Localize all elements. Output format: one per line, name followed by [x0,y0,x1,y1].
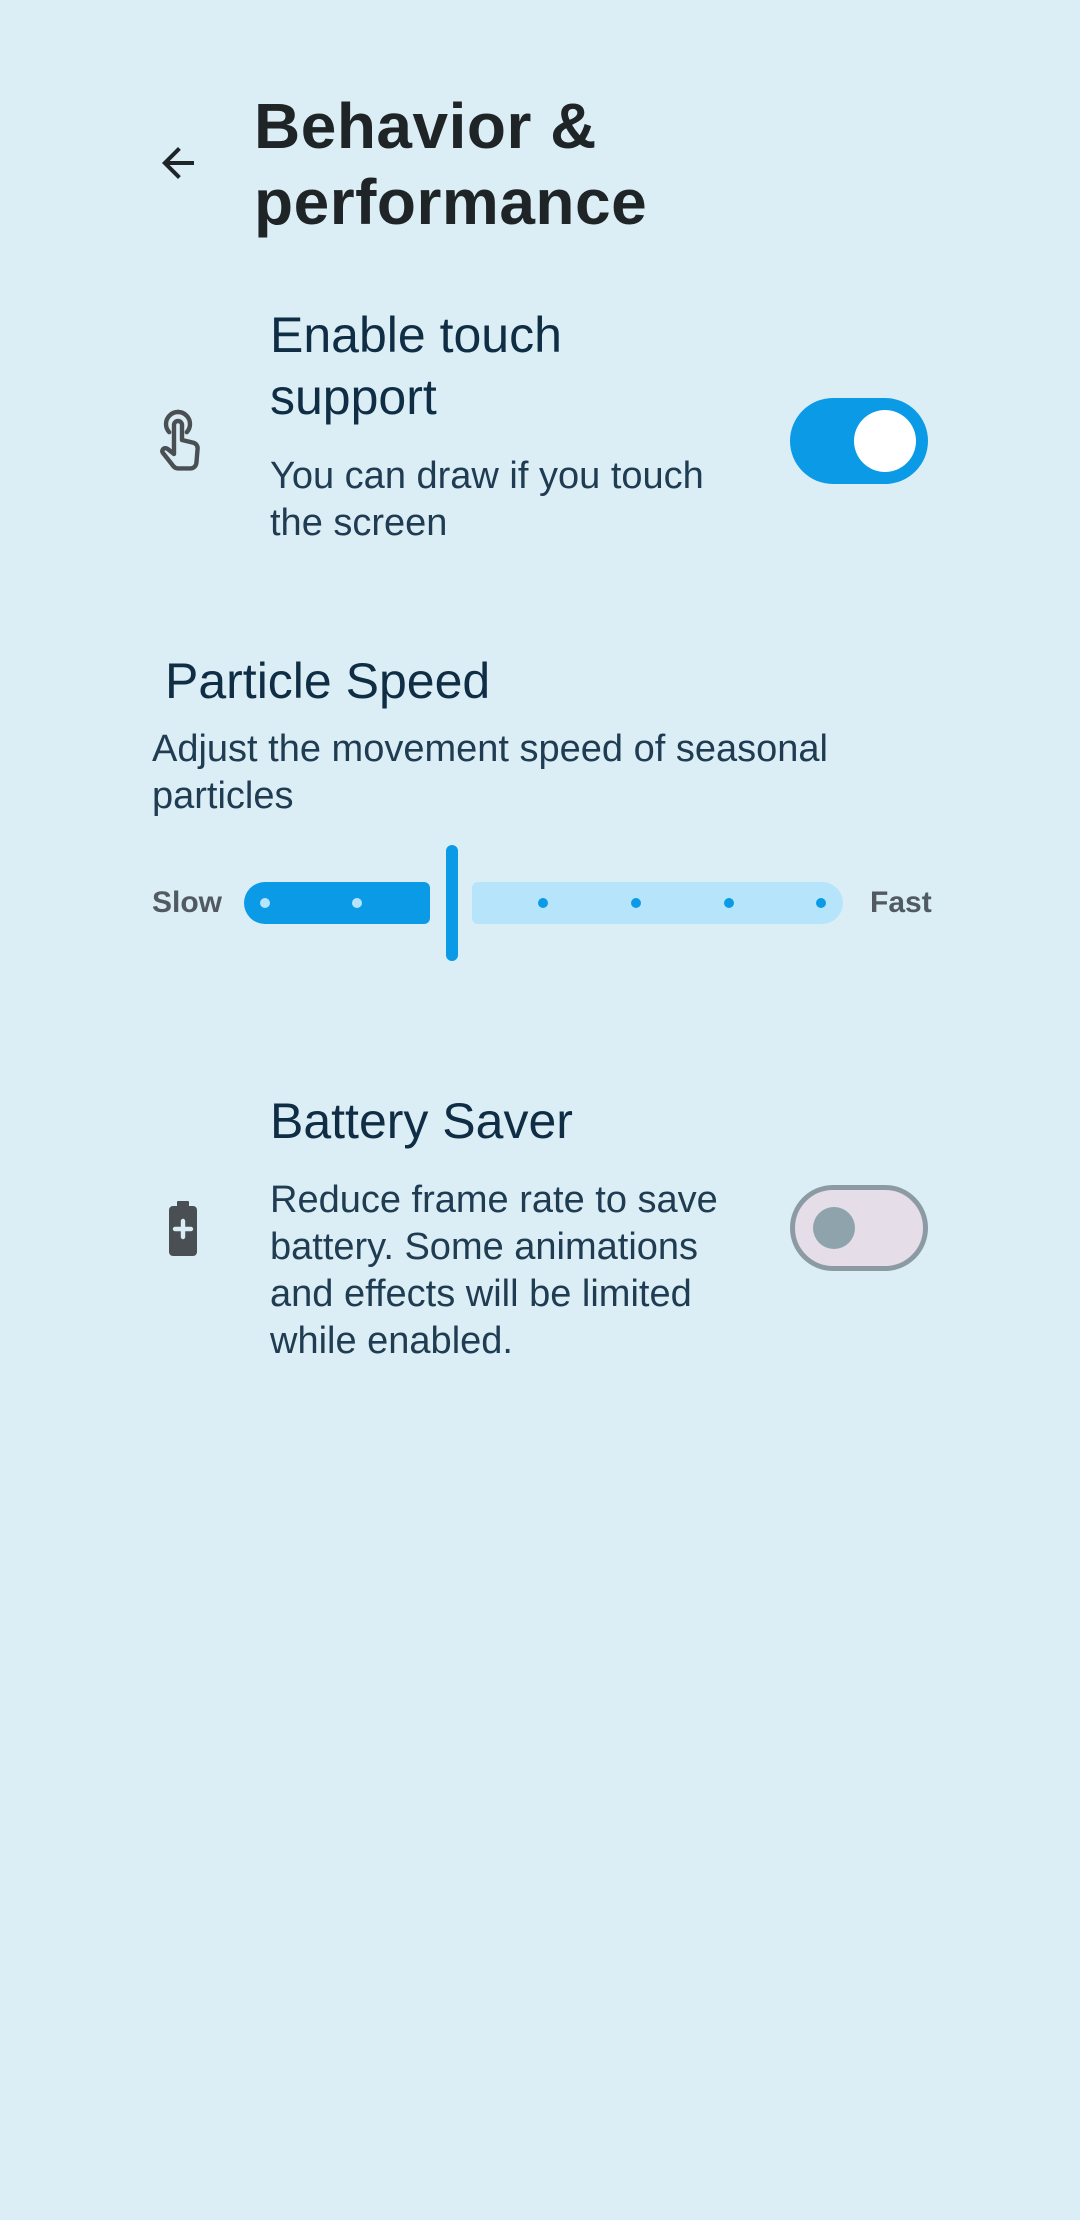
touch-support-desc-line2: the screen [270,502,448,544]
slider-min-label: Slow [152,886,223,919]
slider-track-active[interactable] [244,882,430,924]
switch-thumb [813,1207,855,1249]
slider-tick [724,898,734,908]
touch-support-title-line1: Enable touch [270,307,562,363]
touch-support-desc-line1: You can draw if you touch [270,455,704,497]
back-button[interactable] [140,125,216,201]
battery-saver-desc-line1: Reduce frame rate to save [270,1179,718,1221]
page-title-line2: performance [254,166,648,238]
slider-tick [352,898,362,908]
battery-saver-desc-line4: while enabled. [270,1320,513,1362]
battery-saver-desc-line3: and effects will be limited [270,1273,692,1315]
arrow-back-icon [162,147,194,179]
battery-saver-icon [160,1195,206,1263]
slider-tick [816,898,826,908]
battery-saver-switch[interactable] [790,1185,928,1271]
particle-speed-title: Particle Speed [165,653,491,709]
switch-thumb [854,410,916,472]
slider-tick [260,898,270,908]
slider-handle[interactable] [446,845,458,961]
touch-support-description: You can draw if you touch the screen [270,453,790,547]
particle-speed-description: Adjust the movement speed of seasonal pa… [152,726,1012,820]
touch-support-title: Enable touch support [270,304,770,428]
battery-saver-title: Battery Saver [270,1093,573,1149]
page-title: Behavior & performance [254,88,954,240]
battery-saver-description: Reduce frame rate to save battery. Some … [270,1177,790,1365]
slider-max-label: Fast [870,886,932,919]
particle-speed-desc-line2: particles [152,775,294,817]
touch-icon [150,400,214,480]
slider-tick [538,898,548,908]
battery-saver-desc-line2: battery. Some animations [270,1226,699,1268]
touch-support-switch[interactable] [790,398,928,484]
particle-speed-desc-line1: Adjust the movement speed of seasonal [152,728,828,770]
slider-track-inactive[interactable] [472,882,843,924]
slider-tick [631,898,641,908]
touch-support-title-line2: support [270,369,437,425]
page-title-line1: Behavior & [254,90,597,162]
